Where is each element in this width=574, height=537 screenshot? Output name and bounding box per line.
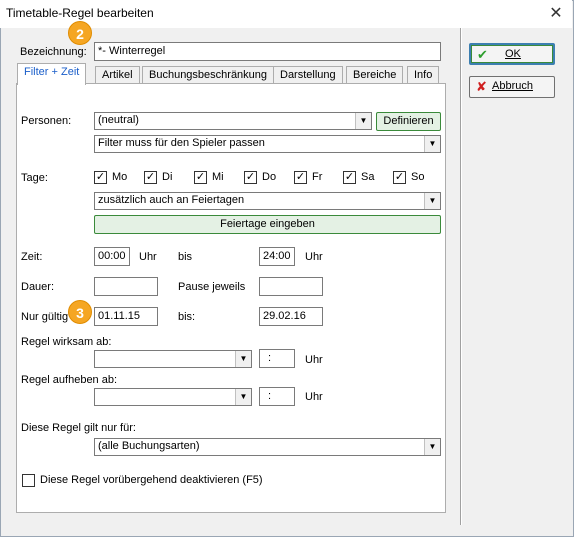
checkbox-mi[interactable]: ✓ [194,171,207,184]
bezeichnung-input[interactable]: *- Winterregel [94,42,441,61]
close-icon[interactable]: ✕ [542,2,570,26]
feiertage-select[interactable]: zusätzlich auch an Feiertagen ▼ [94,192,441,210]
checkbox-do[interactable]: ✓ [244,171,257,184]
aufheben-date-select[interactable]: ▼ [94,388,252,406]
day-label-di: Di [162,171,173,183]
buchungsarten-select-value: (alle Buchungsarten) [98,440,200,452]
checkbox-mo[interactable]: ✓ [94,171,107,184]
checkbox-di[interactable]: ✓ [144,171,157,184]
chevron-down-icon: ▼ [235,389,251,405]
tab-info[interactable]: Info [407,66,440,84]
gueltig-label: Nur gültig [21,311,69,323]
window-title: Timetable-Regel bearbeiten [6,6,154,20]
pause-input[interactable] [259,277,323,296]
aufheben-label: Regel aufheben ab: [21,374,118,386]
definieren-button[interactable]: Definieren [376,112,441,131]
zeit-bis-label: bis [178,251,193,263]
tage-label: Tage: [21,172,48,184]
filter-select[interactable]: Filter muss für den Spieler passen ▼ [94,135,441,153]
bezeichnung-label: Bezeichnung: [20,46,87,58]
feiertage-select-value: zusätzlich auch an Feiertagen [98,194,245,206]
day-label-fr: Fr [312,171,323,183]
zeit-to-input[interactable]: 24:00 [259,247,295,266]
step-badge-3: 3 [68,300,92,324]
feiertage-eingeben-button[interactable]: Feiertage eingeben [94,215,441,234]
chevron-down-icon: ▼ [424,193,440,209]
day-label-sa: Sa [361,171,375,183]
chevron-down-icon: ▼ [235,351,251,367]
dauer-label: Dauer: [21,281,55,293]
checkbox-sa[interactable]: ✓ [343,171,356,184]
zeit-unit-from: Uhr [139,251,157,263]
deaktivieren-checkbox[interactable] [22,474,35,487]
zeit-label: Zeit: [21,251,43,263]
tab-darstellung[interactable]: Darstellung [273,66,343,84]
gilt-label: Diese Regel gilt nur für: [21,422,136,434]
filter-select-value: Filter muss für den Spieler passen [98,137,265,149]
gueltig-to-input[interactable]: 29.02.16 [259,307,323,326]
wirksam-unit: Uhr [305,354,323,366]
zeit-from-input[interactable]: 00:00 [94,247,130,266]
wirksam-label: Regel wirksam ab: [21,336,112,348]
cancel-button[interactable]: ✘ Abbruch [469,76,555,98]
divider-highlight [461,28,462,525]
tab-buchungsbeschraenkung[interactable]: Buchungsbeschränkung [142,66,275,84]
dauer-input[interactable] [94,277,158,296]
personen-select[interactable]: (neutral) ▼ [94,112,372,130]
pause-label: Pause jeweils [178,281,246,293]
step-badge-2: 2 [68,21,92,45]
gueltig-from-input[interactable]: 01.11.15 [94,307,158,326]
deaktivieren-label: Diese Regel vorübergehend deaktivieren (… [40,474,263,486]
ok-button-label: OK [505,48,521,60]
day-label-do: Do [262,171,277,183]
ok-button[interactable]: ✔ OK [469,43,555,65]
checkbox-fr[interactable]: ✓ [294,171,307,184]
tab-filter-zeit[interactable]: Filter + Zeit [17,63,87,85]
zeit-unit-to: Uhr [305,251,323,263]
checkmark-icon: ✔ [477,47,488,62]
day-label-mi: Mi [212,171,224,183]
tab-bereiche[interactable]: Bereiche [346,66,404,84]
day-label-mo: Mo [112,171,128,183]
tab-artikel[interactable]: Artikel [95,66,140,84]
day-label-so: So [411,171,425,183]
wirksam-date-select[interactable]: ▼ [94,350,252,368]
aufheben-time-input[interactable]: : [259,387,295,406]
cancel-button-label: Abbruch [492,80,533,92]
chevron-down-icon: ▼ [424,439,440,455]
personen-select-value: (neutral) [98,114,139,126]
checkbox-so[interactable]: ✓ [393,171,406,184]
wirksam-time-input[interactable]: : [259,349,295,368]
chevron-down-icon: ▼ [424,136,440,152]
aufheben-unit: Uhr [305,391,323,403]
personen-label: Personen: [21,115,72,127]
x-mark-icon: ✘ [476,79,487,94]
chevron-down-icon: ▼ [355,113,371,129]
buchungsarten-select[interactable]: (alle Buchungsarten) ▼ [94,438,441,456]
gueltig-bis-label: bis: [178,311,196,323]
